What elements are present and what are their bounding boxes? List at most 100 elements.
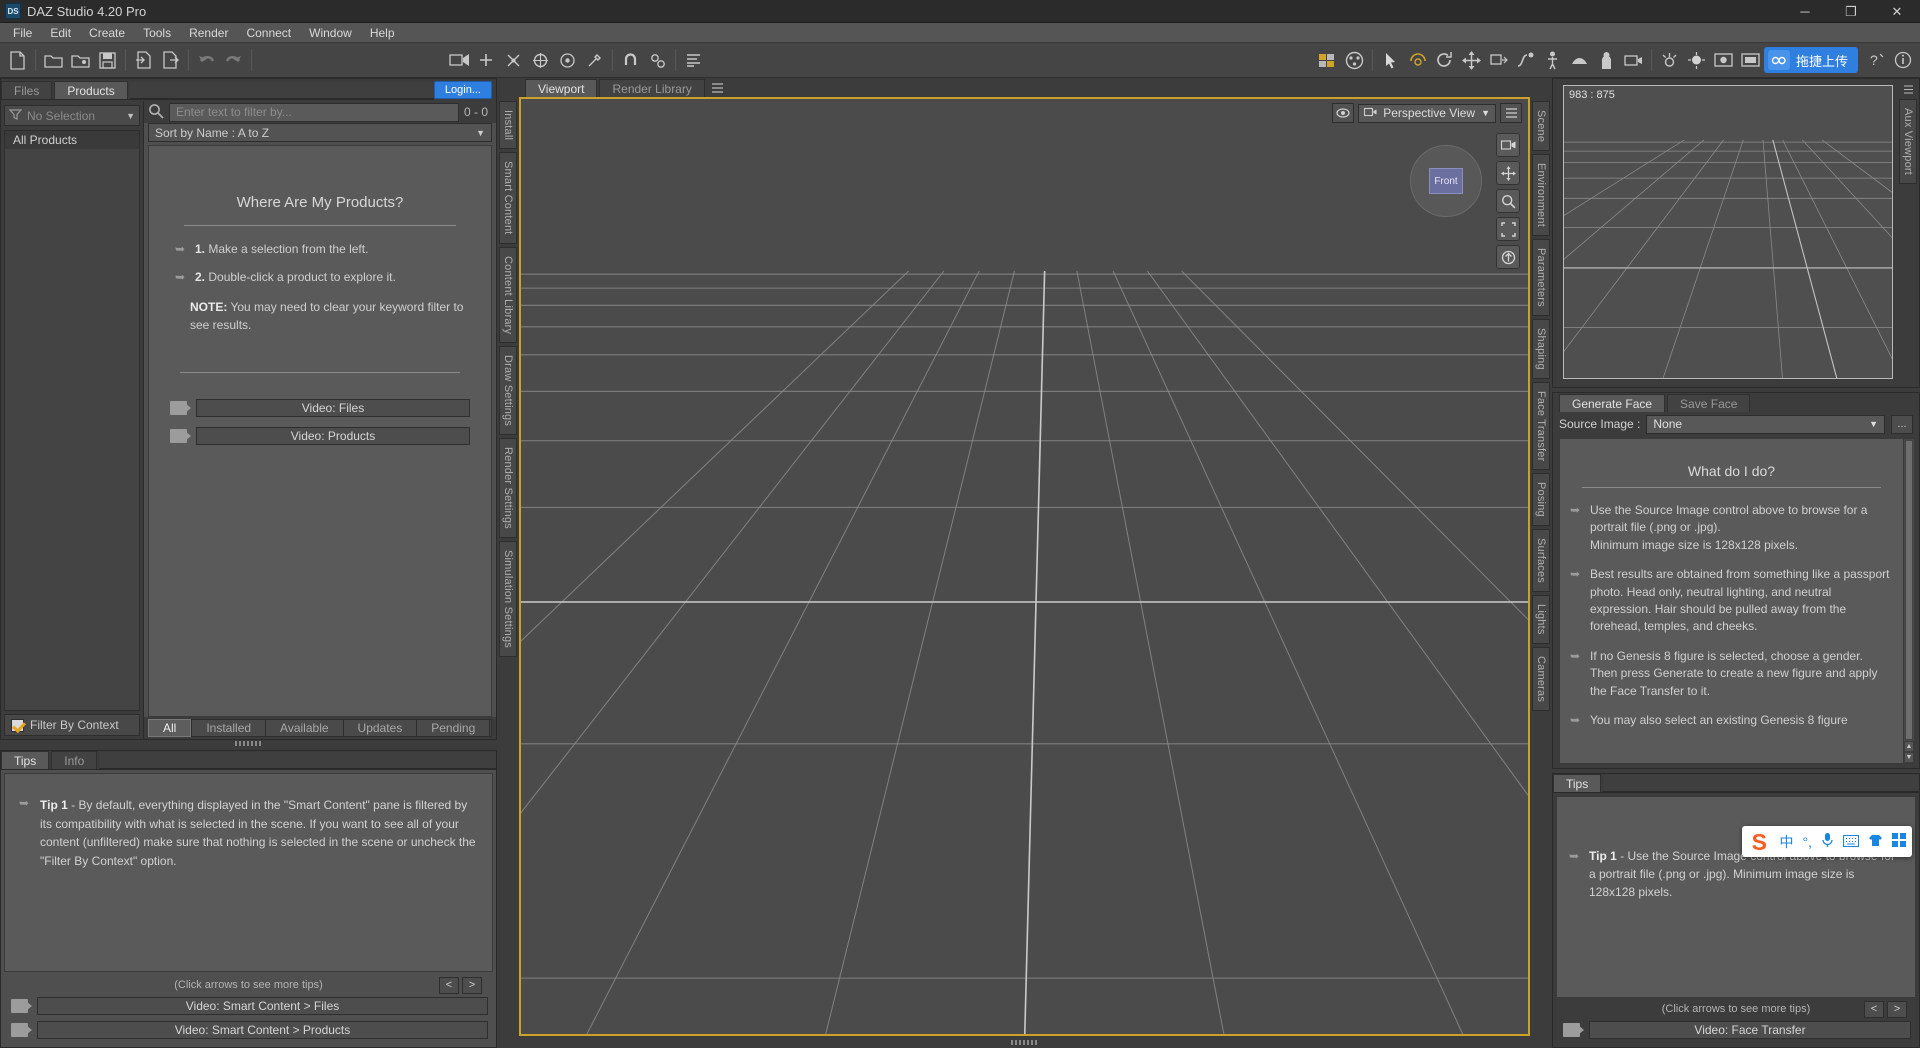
- filter-tab-updates[interactable]: Updates: [343, 719, 417, 737]
- category-item-all-products[interactable]: All Products: [5, 131, 139, 149]
- tab-products[interactable]: Products: [54, 81, 127, 99]
- apps-icon[interactable]: [1892, 833, 1906, 850]
- rail-tab-surfaces[interactable]: Surfaces: [1532, 529, 1550, 592]
- export-icon[interactable]: [157, 47, 184, 74]
- aux-render-icon[interactable]: [1737, 47, 1764, 74]
- target-icon[interactable]: [554, 47, 581, 74]
- rail-tab-install[interactable]: Install: [499, 101, 517, 149]
- tips-prev-button[interactable]: <: [439, 977, 459, 994]
- aux-pane-menu-icon[interactable]: [1901, 83, 1915, 95]
- sort-combo[interactable]: Sort by Name : A to Z ▼: [148, 123, 492, 142]
- filter-tab-pending[interactable]: Pending: [416, 719, 489, 737]
- search-input[interactable]: Enter text to filter by...: [169, 103, 459, 122]
- ime-language-toggle[interactable]: 中: [1780, 832, 1794, 852]
- about-info-icon[interactable]: [1890, 47, 1916, 73]
- spin-icon[interactable]: [1431, 47, 1458, 74]
- pane-splitter[interactable]: [0, 740, 497, 746]
- camera-icon[interactable]: [1620, 47, 1647, 74]
- frame-icon[interactable]: [1496, 217, 1520, 241]
- maximize-button[interactable]: ❐: [1828, 0, 1874, 23]
- video-products-button[interactable]: Video: Products: [170, 427, 470, 445]
- login-button[interactable]: Login...: [434, 81, 492, 99]
- render-settings-icon[interactable]: [1314, 47, 1341, 74]
- pan-icon[interactable]: [1496, 161, 1520, 185]
- menu-item-create[interactable]: Create: [80, 23, 134, 43]
- close-button[interactable]: ✕: [1874, 0, 1920, 23]
- rail-tab-render-settings[interactable]: Render Settings: [499, 438, 517, 538]
- zoom-icon[interactable]: [1496, 189, 1520, 213]
- menu-item-connect[interactable]: Connect: [237, 23, 300, 43]
- move-icon[interactable]: [1458, 47, 1485, 74]
- aux-viewport[interactable]: 983 : 875: [1563, 85, 1893, 379]
- node-add-icon[interactable]: [473, 47, 500, 74]
- viewport-display-icon[interactable]: [1332, 103, 1354, 123]
- open-file-icon[interactable]: [40, 47, 67, 74]
- tab-right-tips[interactable]: Tips: [1553, 774, 1601, 792]
- tips-next-button[interactable]: >: [462, 977, 482, 994]
- menu-item-tools[interactable]: Tools: [134, 23, 180, 43]
- rail-tab-scene[interactable]: Scene: [1532, 101, 1550, 151]
- undo-icon[interactable]: [193, 47, 220, 74]
- tab-info[interactable]: Info: [51, 751, 97, 769]
- minimize-button[interactable]: ─: [1782, 0, 1828, 23]
- save-icon[interactable]: [94, 47, 121, 74]
- source-image-browse-button[interactable]: ...: [1891, 415, 1913, 434]
- viewport-options-icon[interactable]: [1500, 103, 1522, 123]
- video-files-button[interactable]: Video: Files: [170, 399, 470, 417]
- perspective-camera-icon[interactable]: [1496, 133, 1520, 157]
- sogou-logo-icon[interactable]: S: [1748, 829, 1771, 855]
- rail-tab-draw-settings[interactable]: Draw Settings: [499, 346, 517, 435]
- figure-setup-icon[interactable]: [446, 47, 473, 74]
- rail-tab-cameras[interactable]: Cameras: [1532, 647, 1550, 711]
- rail-tab-environment[interactable]: Environment: [1532, 154, 1550, 236]
- face-transfer-scrollbar[interactable]: ▲ ▼: [1903, 439, 1914, 763]
- filter-by-context-row[interactable]: Filter By Context: [4, 714, 140, 736]
- video-smart-content-products-button[interactable]: Video: Smart Content > Products: [11, 1021, 488, 1039]
- menu-item-window[interactable]: Window: [300, 23, 361, 43]
- menu-item-edit[interactable]: Edit: [41, 23, 80, 43]
- video-smart-content-files-button[interactable]: Video: Smart Content > Files: [11, 997, 488, 1015]
- list-icon[interactable]: [680, 47, 707, 74]
- open-recent-icon[interactable]: [67, 47, 94, 74]
- filter-by-context-checkbox[interactable]: [11, 719, 24, 732]
- view-orientation-cube[interactable]: Front: [1410, 145, 1482, 217]
- source-image-combo[interactable]: None ▼: [1646, 415, 1885, 434]
- scrollbar-thumb[interactable]: [1905, 440, 1913, 740]
- help-question-icon[interactable]: ?: [1864, 47, 1890, 73]
- menu-item-file[interactable]: File: [4, 23, 41, 43]
- menu-item-render[interactable]: Render: [180, 23, 237, 43]
- menu-item-help[interactable]: Help: [361, 23, 404, 43]
- rail-tab-shaping[interactable]: Shaping: [1532, 319, 1550, 379]
- video-face-transfer-button[interactable]: Video: Face Transfer: [1563, 1021, 1911, 1039]
- keyboard-icon[interactable]: [1843, 834, 1859, 850]
- viewport-3d[interactable]: Perspective View ▼ Front: [519, 97, 1530, 1036]
- rail-tab-face-transfer[interactable]: Face Transfer: [1532, 382, 1550, 470]
- render-icon[interactable]: [1710, 47, 1737, 74]
- tab-viewport[interactable]: Viewport: [525, 79, 597, 97]
- skin-icon[interactable]: [1868, 834, 1883, 850]
- right-tips-next-button[interactable]: >: [1887, 1001, 1907, 1018]
- tab-files[interactable]: Files: [1, 81, 52, 99]
- rail-tab-lights[interactable]: Lights: [1532, 595, 1550, 644]
- scroll-up-button[interactable]: ▲: [1904, 741, 1914, 752]
- import-icon[interactable]: [130, 47, 157, 74]
- category-list[interactable]: All Products: [4, 130, 140, 711]
- render-preview-icon[interactable]: [1341, 47, 1368, 74]
- pointer-icon[interactable]: [1377, 47, 1404, 74]
- right-tips-prev-button[interactable]: <: [1864, 1001, 1884, 1018]
- tab-tips[interactable]: Tips: [1, 751, 49, 769]
- rail-tab-aux-viewport[interactable]: Aux Viewport: [1899, 99, 1917, 184]
- tab-save-face[interactable]: Save Face: [1667, 394, 1750, 412]
- scroll-down-button[interactable]: ▼: [1904, 752, 1914, 763]
- transform-icon[interactable]: [644, 47, 671, 74]
- ime-punctuation-toggle[interactable]: °,: [1803, 834, 1813, 850]
- translate-icon[interactable]: [1485, 47, 1512, 74]
- node-split-icon[interactable]: [500, 47, 527, 74]
- figure-icon[interactable]: [1593, 47, 1620, 74]
- new-file-icon[interactable]: [4, 47, 31, 74]
- mic-icon[interactable]: [1821, 832, 1834, 851]
- tab-render-library[interactable]: Render Library: [599, 79, 704, 97]
- node-cross-icon[interactable]: [527, 47, 554, 74]
- rail-tab-posing[interactable]: Posing: [1532, 473, 1550, 526]
- viewport-menu-icon[interactable]: [707, 80, 729, 97]
